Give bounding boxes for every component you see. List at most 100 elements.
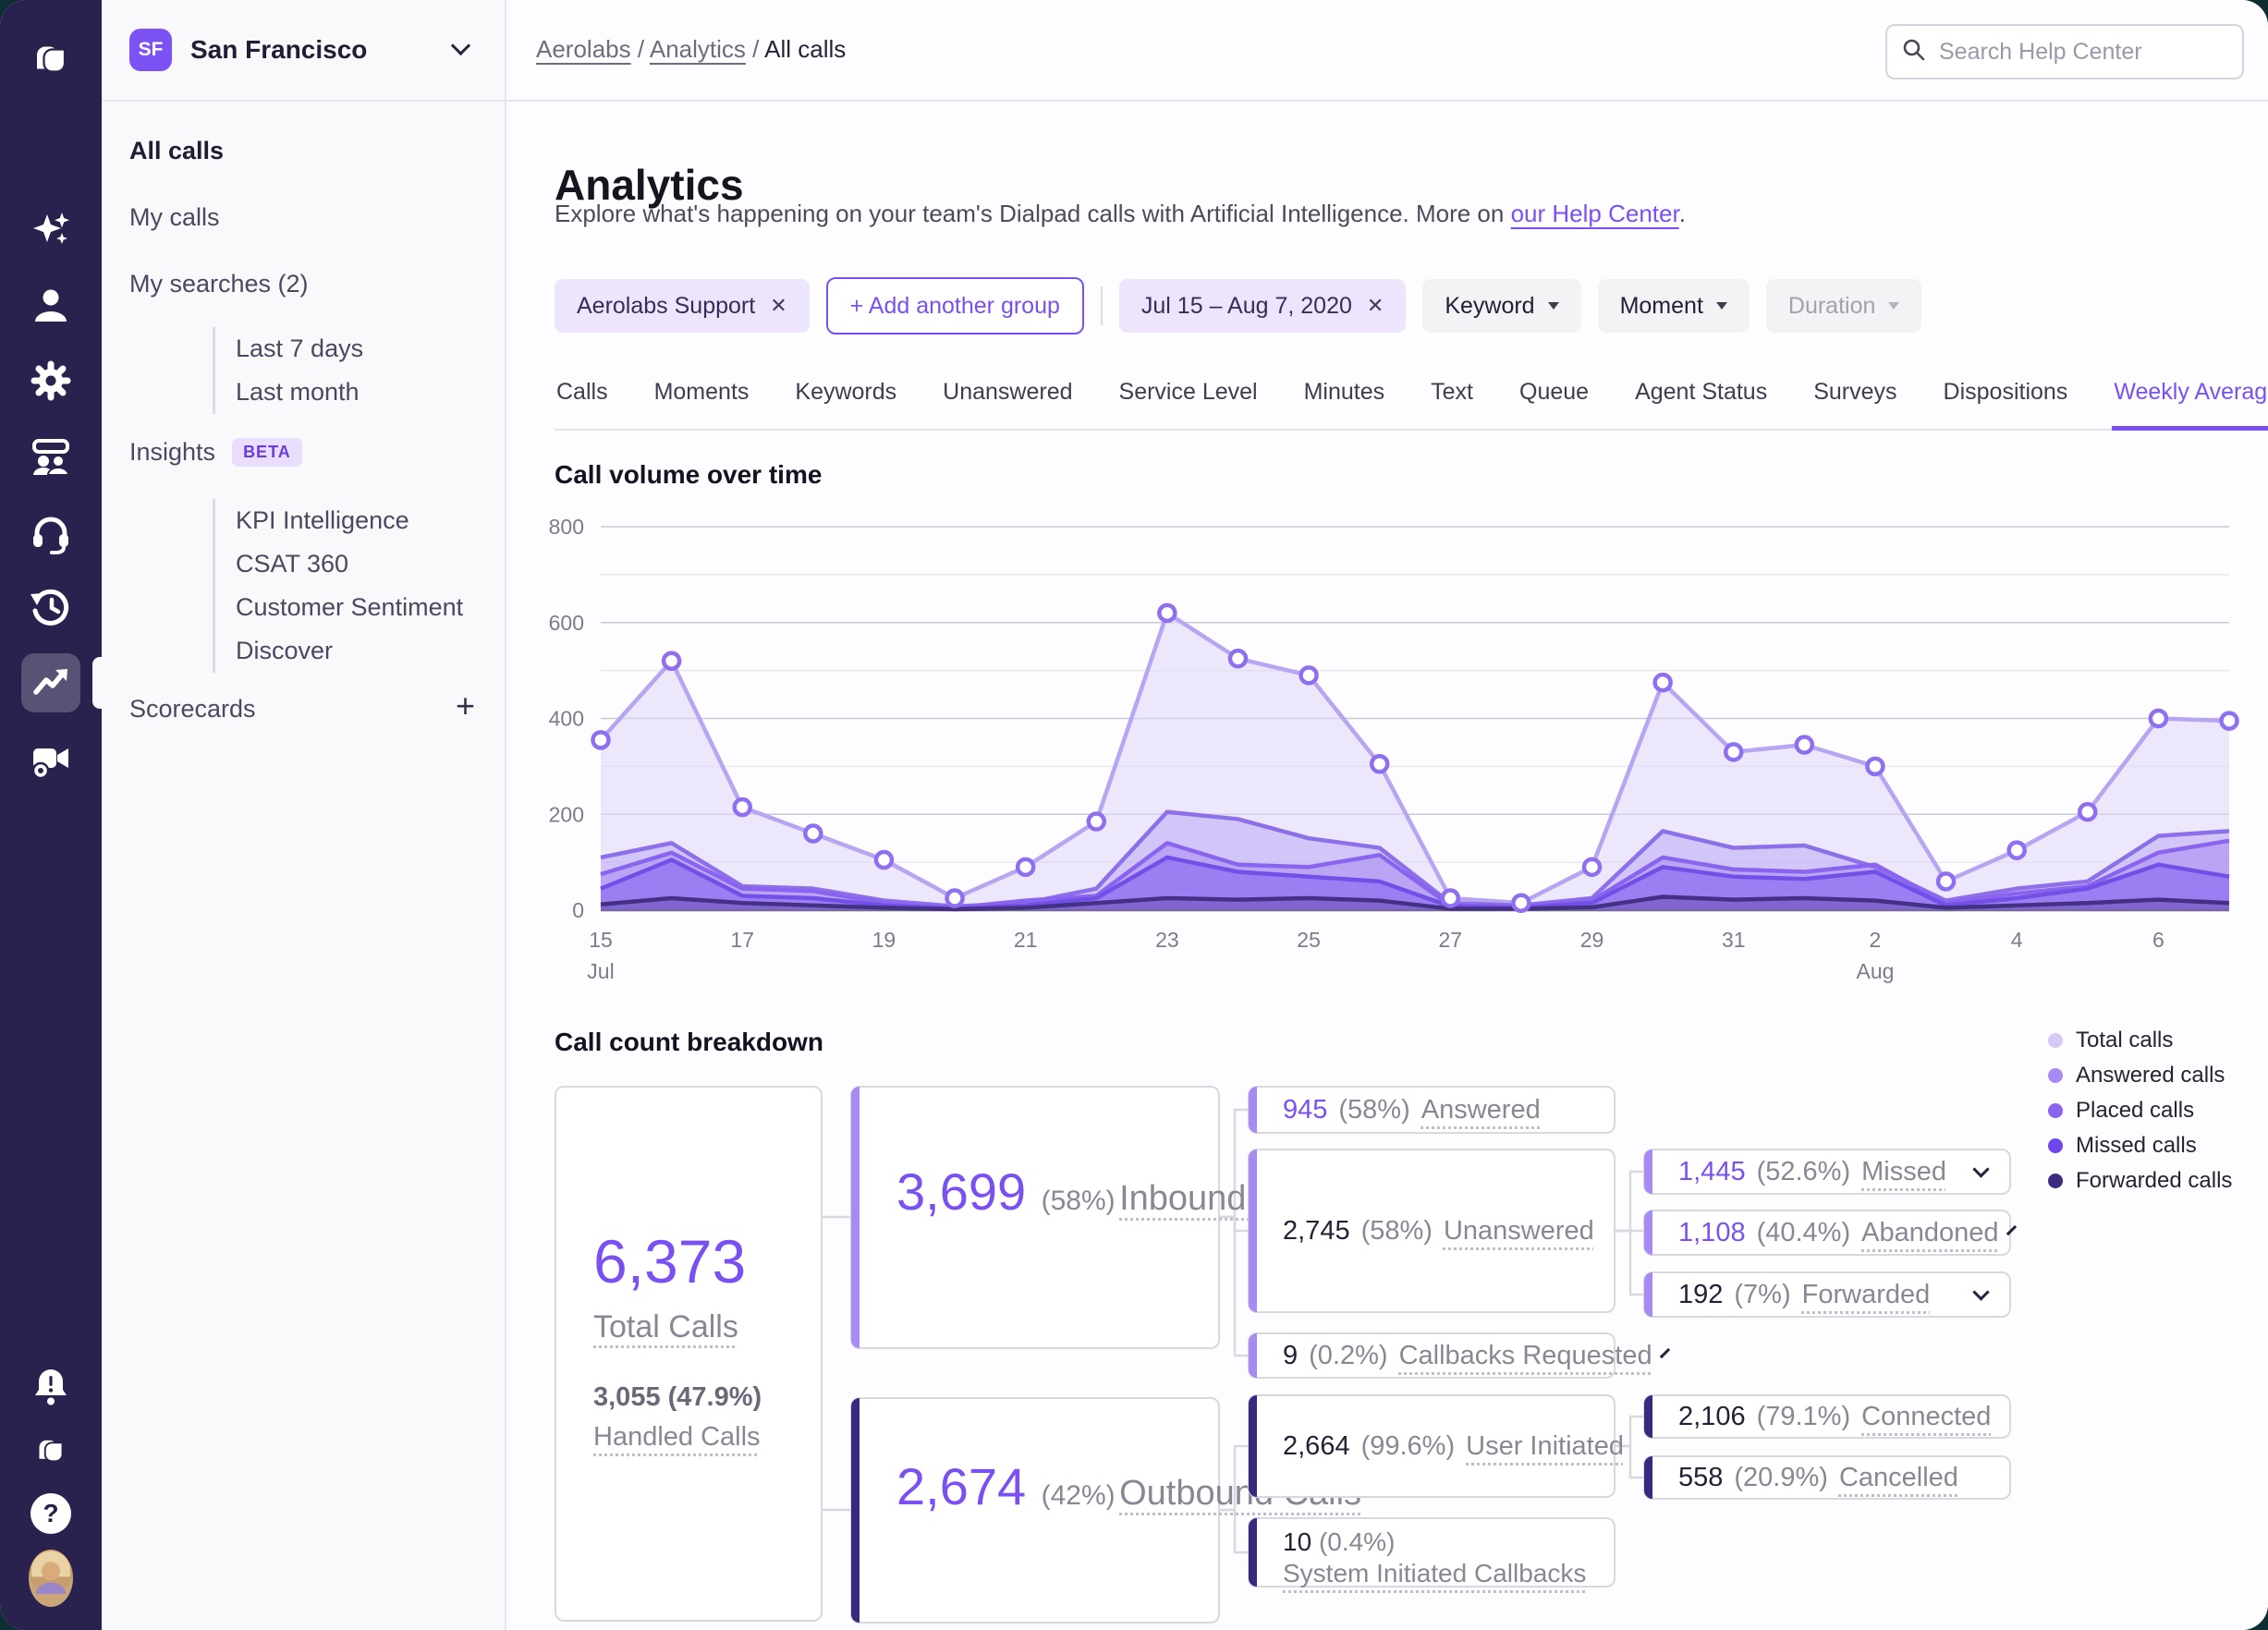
abandoned-card[interactable]: 1,108 (40.4%) Abandoned: [1643, 1210, 2017, 1256]
answered-card: 945 (58%) Answered: [1248, 1086, 1616, 1134]
help-icon[interactable]: ?: [29, 1491, 73, 1536]
outbound-pct: (42%): [1041, 1480, 1116, 1511]
sidebar-item-insights[interactable]: Insights BETA: [129, 438, 302, 467]
remove-group-icon[interactable]: ✕: [770, 294, 786, 318]
chart-legend: Total calls Answered calls Placed calls …: [2048, 1028, 2232, 1194]
tab-queue[interactable]: Queue: [1518, 368, 1591, 431]
missed-label[interactable]: Missed: [1861, 1157, 1946, 1187]
outbound-calls-card: 2,674 (42%) Outbound Calls: [850, 1397, 1361, 1624]
tab-moments[interactable]: Moments: [652, 368, 751, 431]
tab-agent-status[interactable]: Agent Status: [1633, 368, 1769, 431]
breadcrumb-link-analytics[interactable]: Analytics: [650, 35, 746, 63]
date-range-chip[interactable]: Jul 15 – Aug 7, 2020 ✕: [1118, 279, 1407, 333]
svg-text:17: 17: [730, 928, 754, 952]
tab-service-level[interactable]: Service Level: [1117, 368, 1260, 431]
chart-title: Call volume over time: [555, 460, 823, 489]
sidebar-item-kpi-intelligence[interactable]: KPI Intelligence: [236, 499, 463, 542]
chevron-down-icon[interactable]: [1659, 1347, 1670, 1358]
tab-unanswered[interactable]: Unanswered: [941, 368, 1074, 431]
workspace-name: San Francisco: [190, 35, 368, 64]
chevron-down-icon[interactable]: [1972, 1283, 1990, 1301]
group-filter-chip[interactable]: Aerolabs Support ✕: [555, 279, 810, 333]
breadcrumb-current: All calls: [764, 35, 847, 63]
meetings-video-icon[interactable]: [29, 737, 73, 782]
keyword-dropdown[interactable]: Keyword: [1422, 279, 1581, 333]
sidebar-item-my-calls[interactable]: My calls: [129, 203, 220, 232]
dialpad-logo-icon[interactable]: [29, 37, 73, 81]
answered-label[interactable]: Answered: [1421, 1095, 1541, 1125]
sidebar-item-scorecards[interactable]: Scorecards: [129, 695, 256, 724]
sidebar-item-last-7-days[interactable]: Last 7 days: [236, 327, 363, 371]
unanswered-label[interactable]: Unanswered: [1444, 1216, 1594, 1247]
callbacks-label[interactable]: Callbacks Requested: [1399, 1341, 1652, 1371]
dialpad-logo-small-icon[interactable]: [29, 1429, 73, 1473]
settings-gear-icon[interactable]: [29, 359, 73, 403]
saved-searches-group: Last 7 days Last month: [213, 327, 363, 414]
ai-sparkles-icon[interactable]: [29, 209, 73, 253]
handled-calls-label[interactable]: Handled Calls: [593, 1422, 761, 1453]
help-center-link[interactable]: our Help Center: [1511, 200, 1679, 227]
moment-dropdown[interactable]: Moment: [1597, 279, 1750, 333]
legend-item-answered: Answered calls: [2048, 1063, 2232, 1089]
tab-calls[interactable]: Calls: [555, 368, 610, 431]
user-initiated-value: 2,664: [1283, 1430, 1350, 1461]
sidebar-item-discover[interactable]: Discover: [236, 629, 463, 673]
history-icon[interactable]: [29, 585, 73, 629]
cancelled-label[interactable]: Cancelled: [1839, 1463, 1958, 1493]
breadcrumb-link-aerolabs[interactable]: Aerolabs: [536, 35, 631, 63]
tab-minutes[interactable]: Minutes: [1302, 368, 1387, 431]
missed-value: 1,445: [1678, 1156, 1746, 1186]
tab-keywords[interactable]: Keywords: [793, 368, 898, 431]
tab-dispositions[interactable]: Dispositions: [1942, 368, 2070, 431]
help-search-box[interactable]: [1885, 24, 2244, 79]
insights-label: Insights: [129, 438, 216, 466]
tab-text[interactable]: Text: [1429, 368, 1475, 431]
filter-divider: [1100, 286, 1103, 325]
forwarded-label[interactable]: Forwarded: [1802, 1280, 1931, 1310]
sidebar-item-last-month[interactable]: Last month: [236, 371, 363, 414]
legend-dot: [2048, 1068, 2063, 1083]
analytics-icon[interactable]: [29, 661, 73, 705]
inbound-value: 3,699: [896, 1162, 1027, 1221]
callbacks-requested-card[interactable]: 9 (0.2%) Callbacks Requested: [1248, 1332, 1670, 1379]
chevron-down-icon[interactable]: [2006, 1224, 2017, 1235]
connected-pct: (79.1%): [1756, 1401, 1851, 1431]
sidebar-item-my-searches[interactable]: My searches (2): [129, 270, 309, 298]
add-group-button[interactable]: + Add another group: [825, 277, 1084, 335]
sidebar-item-customer-sentiment[interactable]: Customer Sentiment: [236, 586, 463, 629]
tab-weekly-averages[interactable]: Weekly Averages: [2112, 368, 2268, 431]
profile-avatar[interactable]: [29, 1550, 73, 1607]
subtitle-period: .: [1678, 200, 1686, 227]
svg-text:29: 29: [1580, 928, 1604, 952]
add-scorecard-button[interactable]: +: [456, 689, 475, 723]
legend-item-forwarded: Forwarded calls: [2048, 1168, 2232, 1194]
missed-pct: (52.6%): [1756, 1156, 1851, 1186]
sidebar-item-csat-360[interactable]: CSAT 360: [236, 542, 463, 586]
question-mark-glyph: ?: [30, 1493, 71, 1534]
total-calls-label[interactable]: Total Calls: [593, 1309, 738, 1345]
forwarded-card[interactable]: 192 (7%) Forwarded: [1643, 1271, 2011, 1318]
contacts-icon[interactable]: [29, 284, 73, 328]
system-callbacks-label[interactable]: System Initiated Callbacks: [1283, 1558, 1586, 1589]
workspace-switcher[interactable]: SF San Francisco: [102, 0, 505, 102]
svg-text:31: 31: [1722, 928, 1746, 952]
forwarded-pct: (7%): [1734, 1279, 1791, 1309]
answered-value: 945: [1283, 1094, 1328, 1125]
notifications-bell-icon[interactable]: [29, 1365, 73, 1409]
coaching-icon[interactable]: [29, 434, 73, 479]
duration-label: Duration: [1787, 292, 1876, 319]
chevron-down-icon[interactable]: [1972, 1160, 1990, 1178]
user-initiated-label[interactable]: User Initiated: [1466, 1431, 1624, 1462]
abandoned-label[interactable]: Abandoned: [1861, 1218, 1998, 1248]
duration-dropdown[interactable]: Duration: [1765, 279, 1922, 333]
call-volume-chart: 0 200 400 600 800 15 17 19 21 23 25 27 29 31 2 4 6 Jul Aug: [549, 515, 2239, 983]
legend-dot: [2048, 1174, 2063, 1188]
sidebar: SF San Francisco All calls My calls My s…: [102, 0, 506, 1630]
connected-label[interactable]: Connected: [1861, 1402, 1991, 1432]
support-headset-icon[interactable]: [29, 510, 73, 554]
sidebar-item-all-calls[interactable]: All calls: [129, 137, 224, 165]
missed-card[interactable]: 1,445 (52.6%) Missed: [1643, 1149, 2011, 1195]
remove-date-icon[interactable]: ✕: [1367, 294, 1384, 318]
tab-surveys[interactable]: Surveys: [1811, 368, 1898, 431]
search-input[interactable]: [1937, 37, 2242, 67]
